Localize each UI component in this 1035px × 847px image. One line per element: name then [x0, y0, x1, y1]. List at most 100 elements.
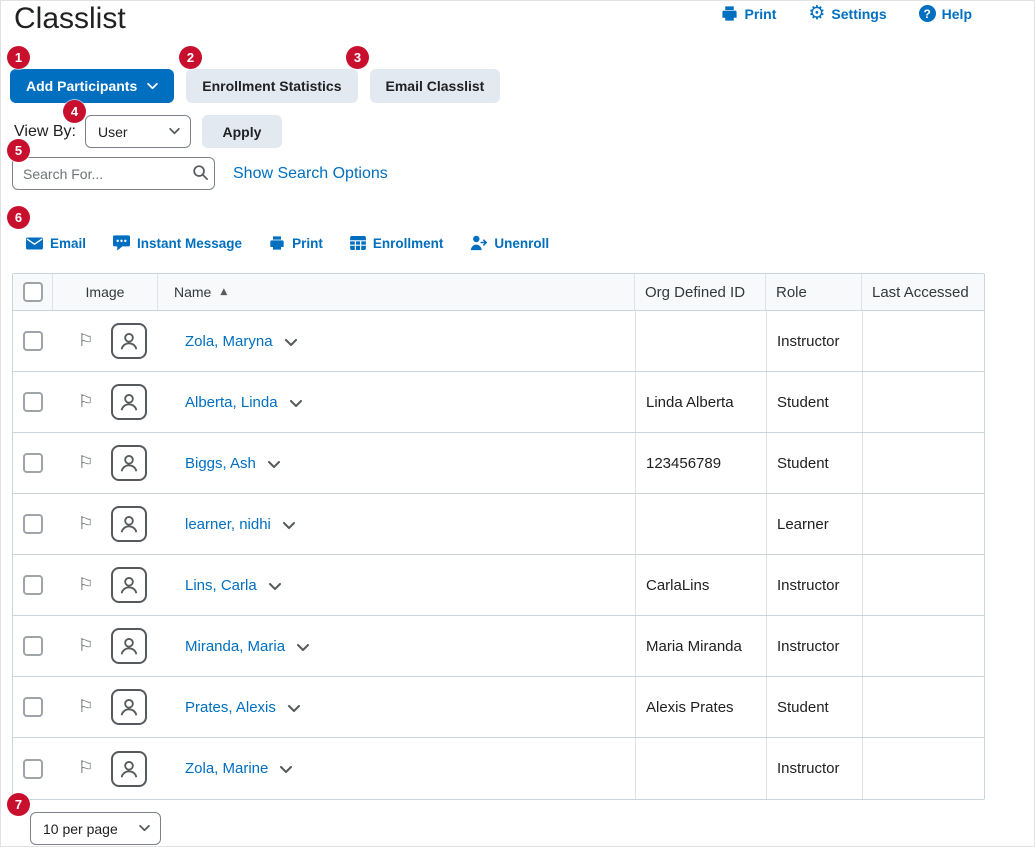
row-checkbox[interactable]	[23, 331, 43, 351]
flag-icon[interactable]: ⚐	[78, 515, 93, 533]
row-checkbox[interactable]	[23, 636, 43, 656]
avatar	[111, 323, 148, 359]
help-link[interactable]: ? Help	[918, 5, 972, 22]
header-last-accessed: Last Accessed	[872, 283, 969, 301]
print-action[interactable]: Print	[269, 235, 323, 251]
row-checkbox-cell	[13, 616, 53, 676]
last-accessed-cell	[862, 677, 986, 737]
org-defined-id-cell: Linda Alberta	[635, 372, 766, 432]
annotation-badge-3: 3	[346, 46, 369, 69]
annotation-badge-7: 7	[7, 793, 30, 816]
apply-button[interactable]: Apply	[201, 115, 282, 148]
row-name-cell: Zola, Marine	[158, 738, 635, 799]
flag-icon[interactable]: ⚐	[78, 698, 93, 716]
print-link[interactable]: Print	[721, 5, 776, 22]
flag-icon[interactable]: ⚐	[78, 576, 93, 594]
flag-icon[interactable]: ⚐	[78, 760, 93, 777]
search-input[interactable]	[12, 157, 215, 190]
org-defined-id-cell: Maria Miranda	[635, 616, 766, 676]
row-name-cell: Biggs, Ash	[158, 433, 635, 493]
search-icon	[192, 164, 209, 181]
enrollment-statistics-button[interactable]: Enrollment Statistics	[186, 69, 358, 103]
role-cell: Student	[766, 433, 862, 493]
settings-link[interactable]: ⚙ Settings	[808, 4, 886, 23]
flag-icon[interactable]: ⚐	[78, 637, 93, 655]
table-row: ⚐ Zola, Maryna Instructor	[13, 311, 984, 372]
role-cell: Instructor	[766, 738, 862, 799]
row-image-cell: ⚐	[53, 616, 158, 676]
add-participants-label: Add Participants	[26, 78, 138, 94]
unenroll-action[interactable]: Unenroll	[470, 235, 549, 251]
add-participants-button[interactable]: Add Participants	[10, 69, 175, 103]
participant-name-link[interactable]: Biggs, Ash	[185, 455, 256, 472]
row-image-cell: ⚐	[53, 677, 158, 737]
row-image-cell: ⚐	[53, 433, 158, 493]
per-page-select[interactable]: 10 per page	[30, 812, 161, 845]
view-by-row: View By: User Apply	[14, 115, 282, 148]
email-classlist-button[interactable]: Email Classlist	[369, 69, 501, 103]
role-cell: Instructor	[766, 311, 862, 371]
chevron-down-icon[interactable]	[289, 397, 302, 408]
instant-message-action[interactable]: Instant Message	[113, 235, 242, 251]
org-defined-id-cell: CarlaLins	[635, 555, 766, 615]
row-checkbox[interactable]	[23, 514, 43, 534]
select-all-checkbox[interactable]	[22, 282, 43, 302]
chevron-down-icon[interactable]	[267, 458, 280, 469]
participant-name-link[interactable]: Alberta, Linda	[185, 394, 278, 411]
chevron-down-icon[interactable]	[287, 702, 300, 713]
row-name-cell: Prates, Alexis	[158, 677, 635, 737]
participant-name-link[interactable]: Zola, Marine	[185, 760, 268, 777]
email-action[interactable]: Email	[26, 236, 86, 251]
header-checkbox-cell	[13, 274, 53, 310]
participant-name-link[interactable]: learner, nidhi	[185, 516, 271, 533]
org-defined-id-cell	[635, 738, 766, 799]
row-name-cell: learner, nidhi	[158, 494, 635, 554]
flag-icon[interactable]: ⚐	[78, 332, 93, 350]
avatar	[111, 689, 148, 725]
chevron-down-icon	[169, 128, 180, 135]
annotation-badge-6: 6	[7, 206, 30, 229]
header-image: Image	[53, 274, 158, 310]
row-checkbox[interactable]	[23, 697, 43, 717]
view-by-label: View By:	[14, 122, 76, 140]
row-name-cell: Alberta, Linda	[158, 372, 635, 432]
header-role: Role	[766, 274, 862, 310]
print-label: Print	[744, 5, 777, 22]
enrollment-action[interactable]: Enrollment	[349, 236, 443, 251]
flag-icon[interactable]: ⚐	[78, 454, 93, 472]
avatar	[111, 445, 148, 481]
row-checkbox[interactable]	[23, 453, 43, 473]
chevron-down-icon[interactable]	[297, 641, 310, 652]
chevron-down-icon[interactable]	[284, 336, 297, 347]
row-name-cell: Miranda, Maria	[158, 616, 635, 676]
show-search-options-link[interactable]: Show Search Options	[233, 165, 388, 183]
chevron-down-icon[interactable]	[280, 763, 293, 774]
header-name-sort[interactable]: Name ▲	[158, 274, 635, 310]
chevron-down-icon[interactable]	[282, 519, 295, 530]
participant-name-link[interactable]: Prates, Alexis	[185, 699, 276, 716]
flag-icon[interactable]: ⚐	[78, 393, 93, 411]
row-name-cell: Lins, Carla	[158, 555, 635, 615]
row-checkbox[interactable]	[23, 575, 43, 595]
search-button[interactable]	[192, 164, 209, 184]
participant-name-link[interactable]: Miranda, Maria	[185, 638, 285, 655]
org-defined-id-cell	[635, 311, 766, 371]
chevron-down-icon	[147, 82, 158, 90]
row-image-cell: ⚐	[53, 738, 158, 799]
grid-table-icon	[349, 236, 366, 250]
table-row: ⚐ Lins, Carla CarlaLins Instructor	[13, 555, 984, 616]
last-accessed-cell	[862, 738, 986, 799]
row-checkbox-cell	[13, 433, 53, 493]
last-accessed-cell	[862, 311, 986, 371]
participant-name-link[interactable]: Lins, Carla	[185, 577, 257, 594]
annotation-badge-5: 5	[7, 139, 30, 162]
chevron-down-icon[interactable]	[268, 580, 281, 591]
avatar	[111, 750, 148, 787]
table-row: ⚐ Prates, Alexis Alexis Prates Student	[13, 677, 984, 738]
participant-name-link[interactable]: Zola, Maryna	[185, 333, 273, 350]
row-checkbox[interactable]	[23, 392, 43, 412]
envelope-icon	[26, 237, 43, 250]
row-checkbox[interactable]	[23, 758, 43, 779]
view-by-select[interactable]: User	[84, 115, 191, 148]
role-cell: Student	[766, 677, 862, 737]
